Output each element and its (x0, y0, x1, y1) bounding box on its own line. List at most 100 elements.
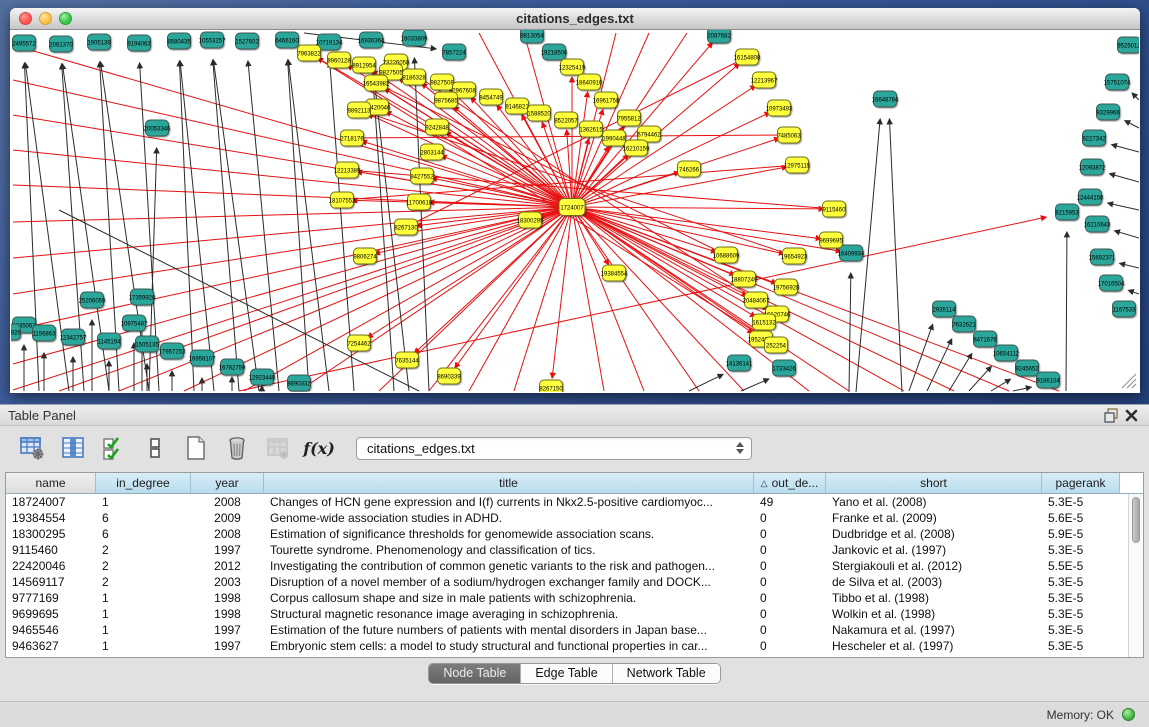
graph-edge[interactable] (849, 273, 851, 392)
tab-node-table[interactable]: Node Table (429, 664, 521, 683)
table-select-dropdown[interactable]: citations_edges.txt (356, 437, 752, 460)
cell-out_degree[interactable]: 0 (754, 639, 826, 653)
canvas-resize-grip[interactable] (1122, 374, 1136, 388)
cell-in_degree[interactable]: 1 (96, 607, 191, 621)
cell-out_degree[interactable]: 0 (754, 623, 826, 637)
cell-name[interactable]: 18724007 (6, 495, 96, 509)
cell-name[interactable]: 9777169 (6, 591, 96, 605)
cell-pagerank[interactable]: 5.3E-5 (1042, 575, 1120, 589)
graph-edge[interactable] (429, 207, 572, 391)
cell-name[interactable]: 9699695 (6, 607, 96, 621)
graph-edge[interactable] (1108, 203, 1139, 210)
function-builder-button[interactable]: f(x) (303, 432, 335, 464)
show-columns-button[interactable] (57, 432, 89, 464)
table-row[interactable]: 911546021997Tourette syndrome. Phenomeno… (6, 542, 1128, 558)
cell-short[interactable]: Hescheler et al. (1997) (826, 639, 1042, 653)
table-scrollbar[interactable] (1128, 494, 1143, 657)
column-header-name[interactable]: name (6, 473, 96, 493)
cell-year[interactable]: 1997 (191, 543, 264, 557)
graph-edge[interactable] (552, 207, 572, 378)
graph-edge[interactable] (149, 148, 157, 391)
cell-name[interactable]: 22420046 (6, 559, 96, 573)
cell-name[interactable]: 9115460 (6, 543, 96, 557)
table-row[interactable]: 1456911722003Disruption of a novel membe… (6, 574, 1128, 590)
cell-name[interactable]: 18300295 (6, 527, 96, 541)
column-header-year[interactable]: year (191, 473, 264, 493)
cell-year[interactable]: 1997 (191, 639, 264, 653)
select-all-button[interactable] (98, 432, 130, 464)
cell-pagerank[interactable]: 5.5E-5 (1042, 559, 1120, 573)
cell-title[interactable]: Disruption of a novel member of a sodium… (264, 575, 754, 589)
cell-in_degree[interactable]: 2 (96, 559, 191, 573)
cell-short[interactable]: Yano et al. (2008) (826, 495, 1042, 509)
cell-short[interactable]: Jankovic et al. (1997) (826, 543, 1042, 557)
cell-title[interactable]: Genome-wide association studies in ADHD. (264, 511, 754, 525)
cell-out_degree[interactable]: 0 (754, 559, 826, 573)
close-panel-button[interactable] (1121, 406, 1141, 424)
cell-year[interactable]: 1998 (191, 591, 264, 605)
table-row[interactable]: 969969511998Structural magnetic resonanc… (6, 606, 1128, 622)
graph-edge[interactable] (1013, 387, 1031, 391)
cell-short[interactable]: Tibbo et al. (1998) (826, 591, 1042, 605)
graph-edge[interactable] (13, 207, 572, 330)
cell-short[interactable]: de Silva et al. (2003) (826, 575, 1042, 589)
cell-out_degree[interactable]: 0 (754, 591, 826, 605)
tab-edge-table[interactable]: Edge Table (521, 664, 612, 683)
column-header-title[interactable]: title (264, 473, 754, 493)
cell-in_degree[interactable]: 1 (96, 623, 191, 637)
cell-title[interactable]: Structural magnetic resonance image aver… (264, 607, 754, 621)
table-row[interactable]: 1872400712008Changes of HCN gene express… (6, 494, 1128, 510)
unselect-all-button[interactable] (139, 432, 171, 464)
graph-edge[interactable] (572, 207, 699, 391)
cell-name[interactable]: 14569117 (6, 575, 96, 589)
table-row[interactable]: 1830029562008Estimation of significance … (6, 526, 1128, 542)
cell-short[interactable]: Dudbridge et al. (2008) (826, 527, 1042, 541)
cell-year[interactable]: 2008 (191, 527, 264, 541)
cell-name[interactable]: 19384554 (6, 511, 96, 525)
cell-short[interactable]: Franke et al. (2009) (826, 511, 1042, 525)
network-graph[interactable]: 2495572206137019051399194063858043510553… (11, 30, 1139, 392)
cell-title[interactable]: Changes of HCN gene expression and I(f) … (264, 495, 754, 509)
cell-out_degree[interactable]: 0 (754, 527, 826, 541)
table-mode-button[interactable] (16, 432, 48, 464)
cell-year[interactable]: 1997 (191, 623, 264, 637)
cell-in_degree[interactable]: 6 (96, 511, 191, 525)
cell-pagerank[interactable]: 5.3E-5 (1042, 639, 1120, 653)
graph-edge[interactable] (689, 374, 723, 391)
graph-edge[interactable] (288, 60, 329, 391)
column-header-in_degree[interactable]: in_degree (96, 473, 191, 493)
cell-title[interactable]: Investigating the contribution of common… (264, 559, 754, 573)
cell-in_degree[interactable]: 2 (96, 543, 191, 557)
cell-name[interactable]: 9463627 (6, 639, 96, 653)
table-row[interactable]: 946554611997Estimation of the future num… (6, 622, 1128, 638)
cell-out_degree[interactable]: 0 (754, 607, 826, 621)
cell-in_degree[interactable]: 2 (96, 575, 191, 589)
cell-year[interactable]: 2012 (191, 559, 264, 573)
graph-edge[interactable] (1132, 93, 1139, 100)
network-graph-canvas[interactable]: 2495572206137019051399194063858043510553… (11, 30, 1139, 392)
scrollbar-thumb[interactable] (1132, 497, 1140, 543)
cell-in_degree[interactable]: 1 (96, 495, 191, 509)
graph-edge[interactable] (288, 60, 309, 391)
delete-table-button[interactable] (221, 432, 253, 464)
cell-in_degree[interactable]: 1 (96, 639, 191, 653)
import-table-button[interactable] (262, 432, 294, 464)
graph-edge[interactable] (179, 61, 194, 391)
window-titlebar[interactable]: citations_edges.txt (10, 8, 1140, 30)
table-row[interactable]: 2242004622012Investigating the contribut… (6, 558, 1128, 574)
graph-edge[interactable] (1115, 231, 1139, 238)
column-header-out_degree[interactable]: △out_de... (754, 473, 826, 493)
cell-pagerank[interactable]: 5.3E-5 (1042, 495, 1120, 509)
graph-edge[interactable] (469, 207, 572, 391)
cell-year[interactable]: 2003 (191, 575, 264, 589)
cell-pagerank[interactable]: 5.3E-5 (1042, 623, 1120, 637)
float-panel-button[interactable] (1101, 406, 1121, 424)
cell-in_degree[interactable]: 1 (96, 591, 191, 605)
column-header-pagerank[interactable]: pagerank (1042, 473, 1120, 493)
cell-title[interactable]: Estimation of the future numbers of pati… (264, 623, 754, 637)
cell-out_degree[interactable]: 0 (754, 511, 826, 525)
cell-pagerank[interactable]: 5.3E-5 (1042, 543, 1120, 557)
cell-pagerank[interactable]: 5.3E-5 (1042, 607, 1120, 621)
cell-title[interactable]: Estimation of significance thresholds fo… (264, 527, 754, 541)
cell-short[interactable]: Nakamura et al. (1997) (826, 623, 1042, 637)
